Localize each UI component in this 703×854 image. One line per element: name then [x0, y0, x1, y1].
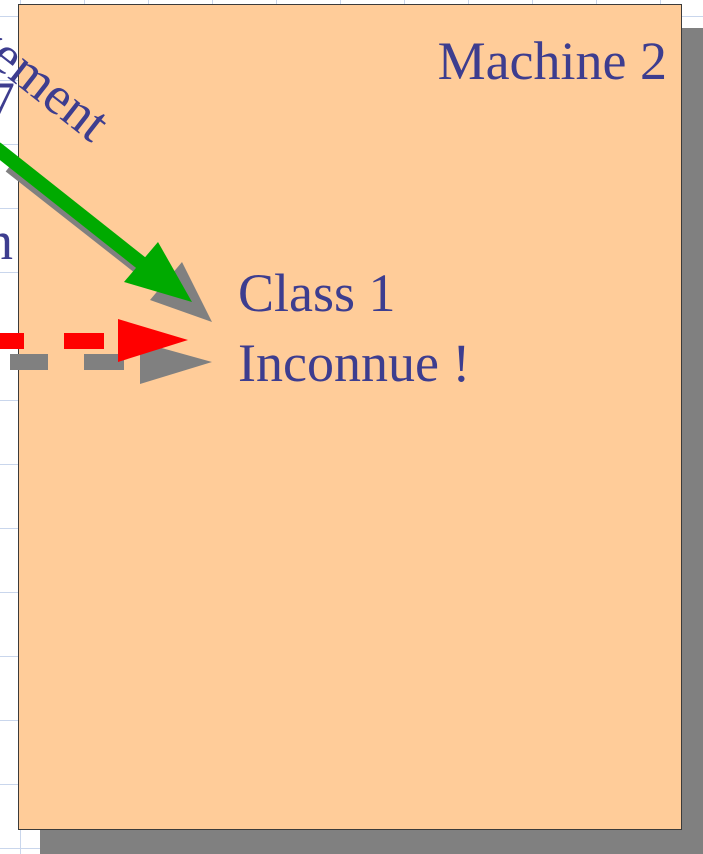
diagram-canvas: gement 7 n Machine 2 Class 1 Inconnue ! [0, 0, 703, 854]
dashed-arrow-shadow [10, 342, 212, 384]
arrows-layer [0, 142, 212, 384]
green-arrow [0, 142, 192, 302]
